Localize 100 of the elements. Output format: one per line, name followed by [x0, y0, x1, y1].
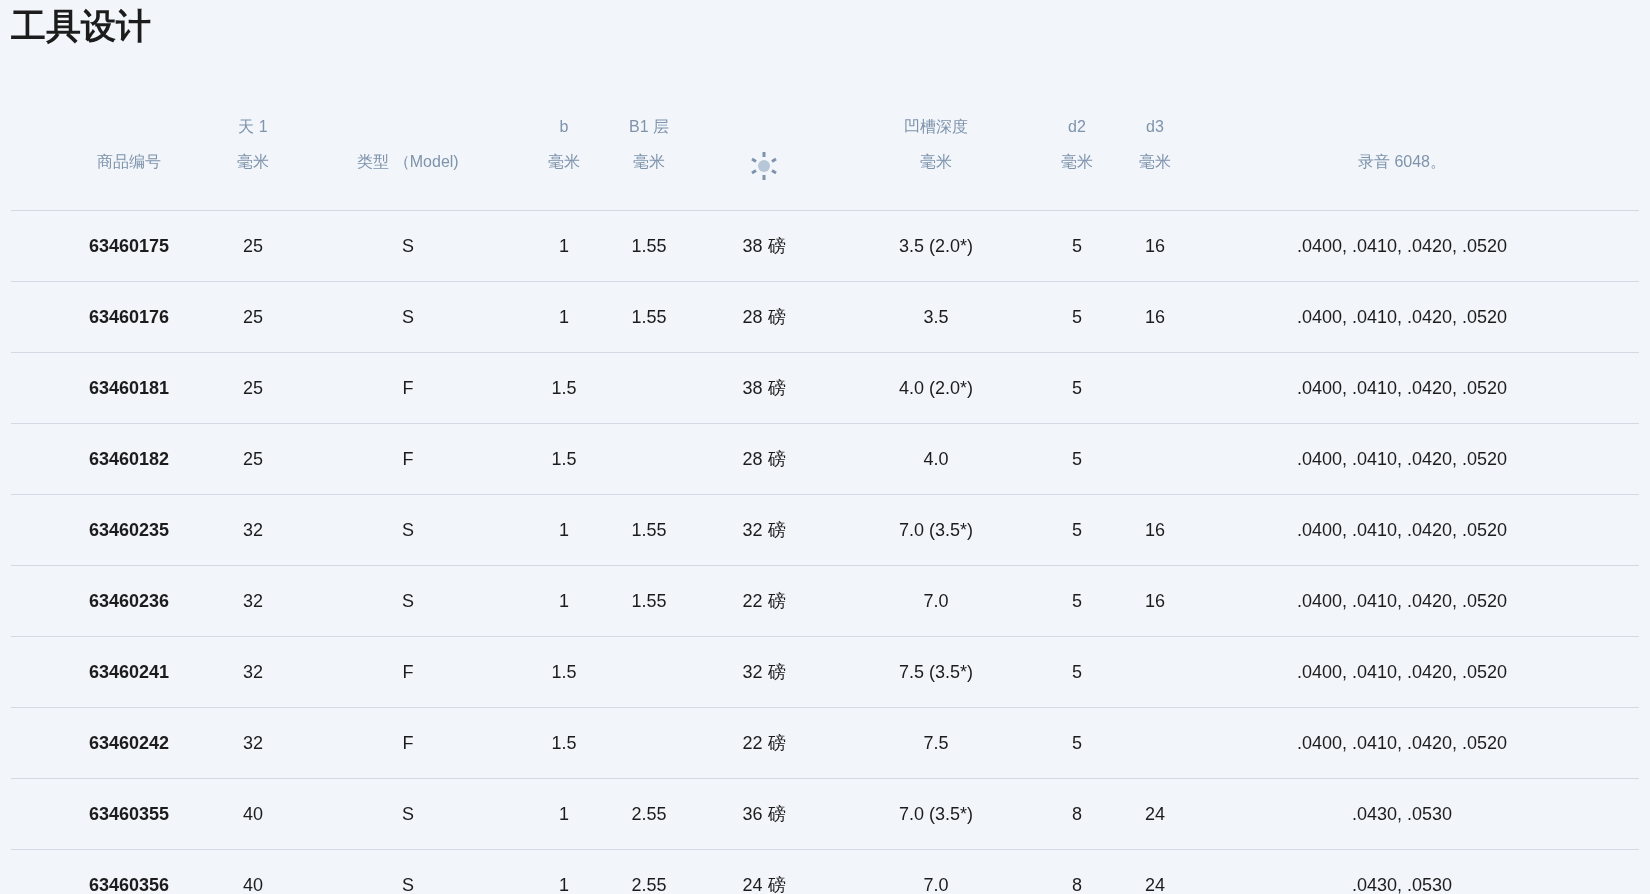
table-cell: 63460235 — [88, 519, 170, 541]
column-header: B1 层 — [629, 116, 669, 137]
table-cell-text: 28 磅 — [742, 306, 786, 329]
table-cell: 7.0 (3.5*) — [898, 519, 973, 541]
table-cell: 24 — [1145, 803, 1165, 825]
table-cell: 4.0 (2.0*) — [898, 377, 973, 399]
table-cell: F — [402, 377, 414, 399]
table-cell: .0400, .0410, .0420, .0520 — [1296, 377, 1508, 399]
table-cell: .0400, .0410, .0420, .0520 — [1296, 306, 1508, 328]
table-cell: 40 — [243, 803, 263, 825]
column-header: 商品编号 — [97, 152, 161, 172]
table-cell: 32 — [243, 519, 263, 541]
table-cell: 32 — [243, 732, 263, 754]
table-cell: 4.0 — [923, 448, 949, 470]
table-cell: .0400, .0410, .0420, .0520 — [1296, 448, 1508, 470]
table-cell: 16 — [1145, 306, 1165, 328]
table-cell: 25 — [243, 306, 263, 328]
table-cell: S — [402, 874, 414, 894]
table-cell: .0400, .0410, .0420, .0520 — [1296, 590, 1508, 612]
column-header: 毫米 — [633, 152, 665, 172]
table-cell-text: 28 磅 — [742, 448, 786, 471]
table-cell: 1.5 — [551, 377, 577, 399]
table-cell: 1.5 — [551, 732, 577, 754]
table-cell: 32 — [243, 590, 263, 612]
table-cell: 25 — [243, 448, 263, 470]
table-cell: 5 — [1072, 519, 1082, 541]
column-header: b — [559, 118, 569, 136]
table-cell: .0430, .0530 — [1351, 803, 1453, 825]
table-cell: 5 — [1072, 732, 1082, 754]
table-cell: 3.5 — [923, 306, 949, 328]
table-cell: 5 — [1072, 235, 1082, 257]
column-header: 类型 （Model) — [357, 152, 459, 172]
table-cell: 63460176 — [88, 306, 170, 328]
sun-icon — [750, 152, 778, 180]
table-cell: 1.55 — [631, 306, 667, 328]
table-cell: .0400, .0410, .0420, .0520 — [1296, 661, 1508, 683]
table-cell: 16 — [1145, 519, 1165, 541]
table-cell: S — [402, 235, 414, 257]
table-cell: 7.5 (3.5*) — [898, 661, 973, 683]
table-cell-text: 38 磅 — [742, 377, 786, 400]
table-cell: 2.55 — [631, 874, 667, 894]
table-cell: 1 — [559, 306, 569, 328]
table-cell: 40 — [243, 874, 263, 894]
column-header: 毫米 — [1061, 152, 1093, 172]
table-cell: 7.0 (3.5*) — [898, 803, 973, 825]
table-cell: 1.55 — [631, 590, 667, 612]
table-cell: 7.0 — [923, 874, 949, 894]
column-header: 录音 6048。 — [1357, 152, 1446, 172]
column-header: 凹槽深度 — [904, 116, 968, 137]
table-cell: 1.55 — [631, 519, 667, 541]
table-cell: 1.5 — [551, 448, 577, 470]
table-cell: 5 — [1072, 590, 1082, 612]
column-header: 毫米 — [237, 152, 269, 172]
table-cell-text: 38 磅 — [742, 235, 786, 258]
table-cell: 63460236 — [88, 590, 170, 612]
table-cell: 63460356 — [88, 874, 170, 894]
page-title: 工具设计 — [10, 5, 152, 47]
table-cell-text: 36 磅 — [742, 803, 786, 826]
table-cell: S — [402, 590, 414, 612]
column-header: 毫米 — [548, 152, 580, 172]
table-cell-text: 24 磅 — [742, 874, 786, 894]
table-cell: .0430, .0530 — [1351, 874, 1453, 894]
table-cell: 7.5 — [923, 732, 949, 754]
table-cell: 1 — [559, 235, 569, 257]
table-cell: 16 — [1145, 235, 1165, 257]
table-cell: 1 — [559, 590, 569, 612]
table-cell: 5 — [1072, 377, 1082, 399]
table-cell: 2.55 — [631, 803, 667, 825]
column-header: d2 — [1068, 118, 1086, 136]
table-cell: 5 — [1072, 661, 1082, 683]
table-cell: S — [402, 306, 414, 328]
table-cell: 63460241 — [88, 661, 170, 683]
table-cell: F — [402, 732, 414, 754]
table-cell: 3.5 (2.0*) — [898, 235, 973, 257]
table-cell: 63460355 — [88, 803, 170, 825]
column-header: 毫米 — [1139, 152, 1171, 172]
table-cell: 25 — [243, 235, 263, 257]
table-cell: F — [402, 661, 414, 683]
table-cell: 1.55 — [631, 235, 667, 257]
table-cell: 63460242 — [88, 732, 170, 754]
column-header: 毫米 — [920, 152, 952, 172]
table-cell: S — [402, 803, 414, 825]
table-cell-text: 22 磅 — [742, 732, 786, 755]
table-cell: .0400, .0410, .0420, .0520 — [1296, 519, 1508, 541]
table-cell: 1 — [559, 874, 569, 894]
column-header: d3 — [1146, 118, 1164, 136]
table-cell: 8 — [1072, 874, 1082, 894]
table-cell-text: 32 磅 — [742, 519, 786, 542]
table-cell: S — [402, 519, 414, 541]
table-cell: 5 — [1072, 306, 1082, 328]
table-cell: F — [402, 448, 414, 470]
table-cell: 24 — [1145, 874, 1165, 894]
table-cell-text: 22 磅 — [742, 590, 786, 613]
table-cell: .0400, .0410, .0420, .0520 — [1296, 732, 1508, 754]
table-cell-text: 32 磅 — [742, 661, 786, 684]
table-cell: 1 — [559, 519, 569, 541]
table-cell: 25 — [243, 377, 263, 399]
table-cell: 1 — [559, 803, 569, 825]
table-cell: .0400, .0410, .0420, .0520 — [1296, 235, 1508, 257]
table-cell: 5 — [1072, 448, 1082, 470]
